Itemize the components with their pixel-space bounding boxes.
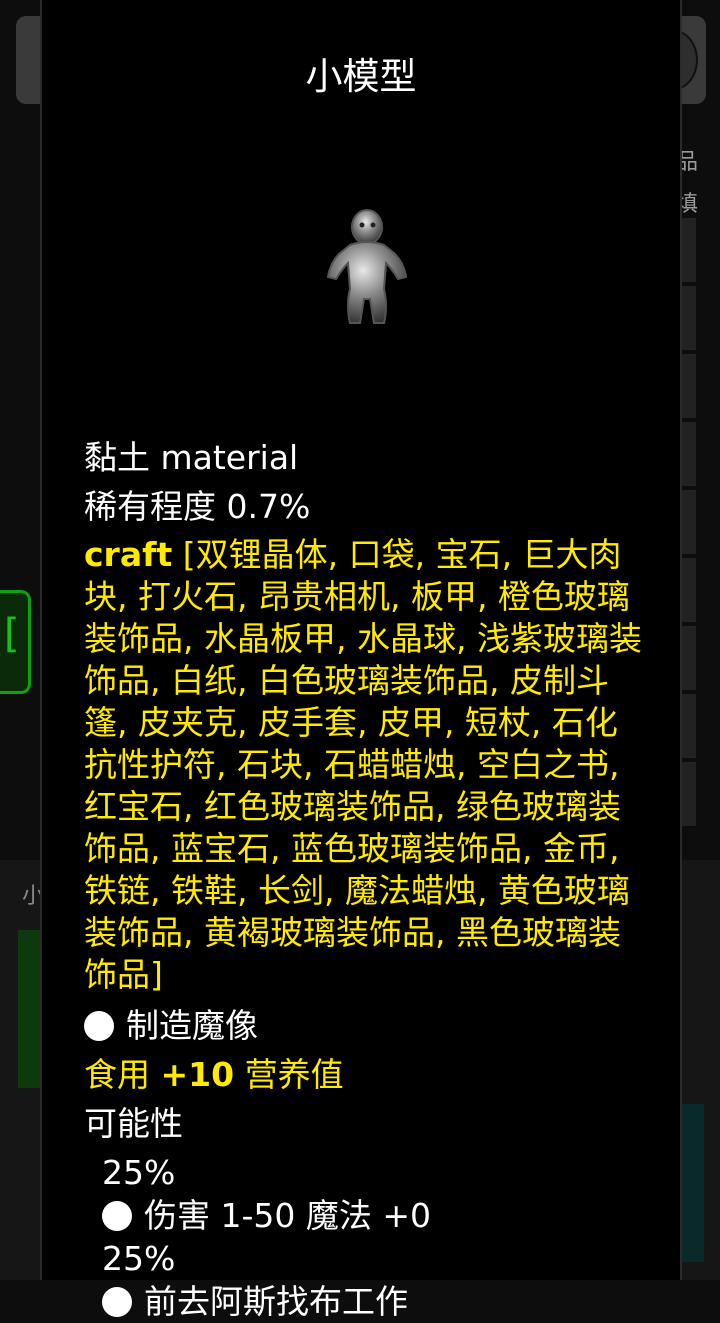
rarity-line: 稀有程度 0.7% xyxy=(84,487,311,526)
background-green-button: [ xyxy=(0,590,31,694)
outcome-chance: 25% xyxy=(102,1153,176,1192)
outcome-text: 伤害 1-50 魔法 +0 xyxy=(84,1194,649,1237)
background-green-block xyxy=(18,930,42,1088)
craft-label: craft xyxy=(84,535,173,574)
food-line: 食用 +10 营养值 xyxy=(84,1055,344,1094)
effect-line: 制造魔像 xyxy=(84,1004,649,1047)
outcome-text: 前去阿斯找布工作 xyxy=(84,1280,649,1323)
item-detail-dialog[interactable]: 小模型 黏土 material 稀有程度 0.7% craft [双锂晶体, 口… xyxy=(40,0,682,1321)
bullet-icon xyxy=(84,1011,114,1041)
craft-list: [双锂晶体, 口袋, 宝石, 巨大肉块, 打火石, 昂贵相机, 板甲, 橙色玻璃… xyxy=(84,535,642,994)
figurine-icon xyxy=(326,209,408,324)
craft-section: craft [双锂晶体, 口袋, 宝石, 巨大肉块, 打火石, 昂贵相机, 板甲… xyxy=(84,534,649,996)
bullet-icon xyxy=(102,1201,132,1231)
item-title: 小模型 xyxy=(305,55,417,98)
outcome-chance: 25% xyxy=(102,1239,176,1278)
bullet-icon xyxy=(102,1287,132,1317)
possibility-label: 可能性 xyxy=(84,1104,183,1143)
food-value: +10 xyxy=(160,1055,235,1094)
material-line: 黏土 material xyxy=(84,438,299,477)
item-description: 黏土 material 稀有程度 0.7% craft [双锂晶体, 口袋, 宝… xyxy=(84,436,649,1323)
